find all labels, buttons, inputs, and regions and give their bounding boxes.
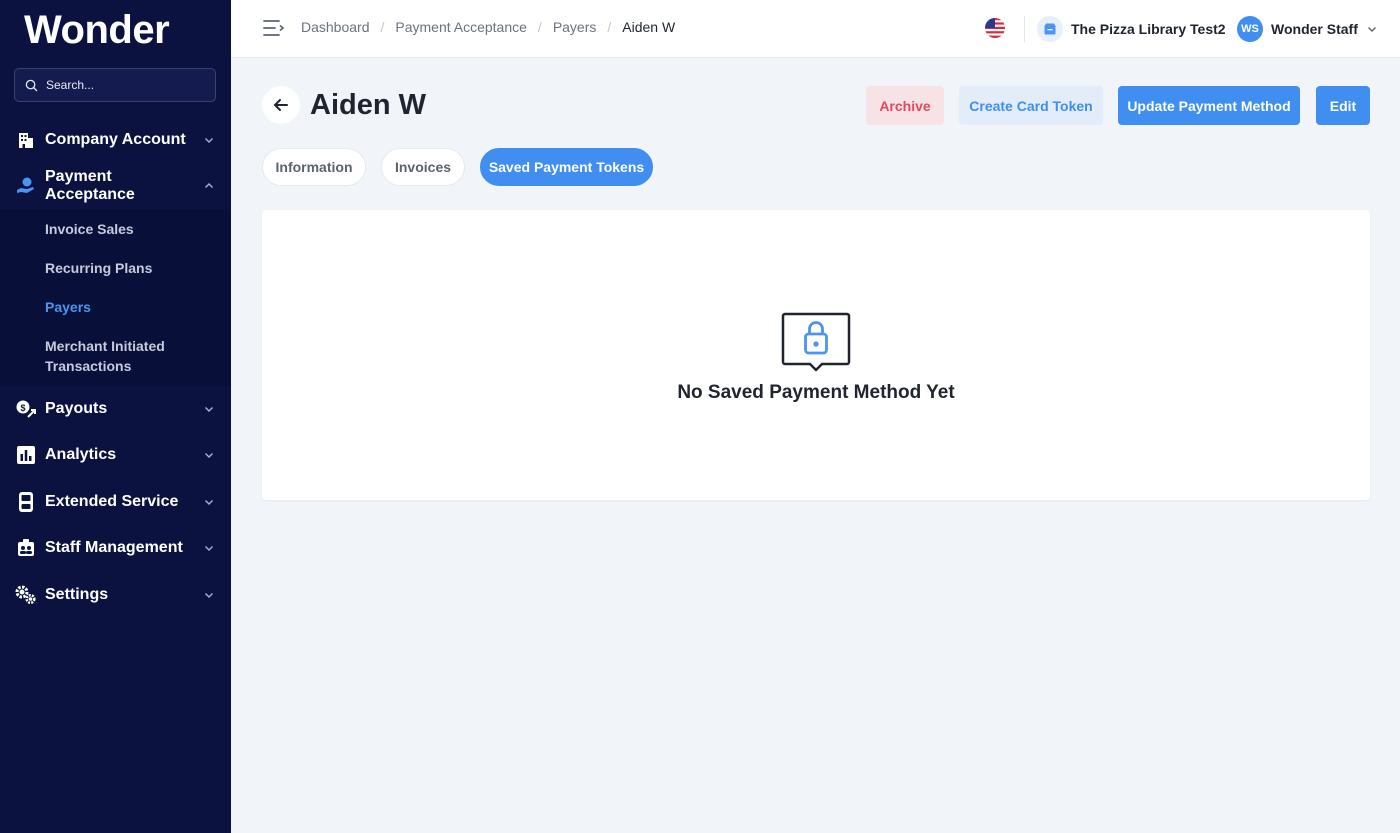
sidebar-item-label: Settings	[45, 586, 109, 603]
search-icon	[25, 79, 38, 91]
payout-icon: $	[14, 397, 38, 421]
sidebar-subitem-payers[interactable]: Payers	[45, 297, 91, 317]
company-switcher[interactable]: The Pizza Library Test2	[1037, 14, 1226, 44]
sidebar-subitem-invoice-sales[interactable]: Invoice Sales	[45, 219, 134, 239]
chevron-up-icon	[205, 183, 213, 188]
company-name: The Pizza Library Test2	[1071, 21, 1226, 37]
breadcrumb-dashboard[interactable]: Dashboard	[301, 19, 370, 35]
terminal-icon	[14, 490, 38, 514]
store-icon	[1037, 16, 1063, 42]
arrow-left-icon	[274, 99, 288, 111]
edit-button[interactable]: Edit	[1316, 86, 1370, 125]
breadcrumb-separator: /	[380, 19, 385, 35]
breadcrumb: Dashboard / Payment Acceptance / Payers …	[301, 19, 675, 35]
hand-payment-icon	[14, 174, 38, 198]
user-name: Wonder Staff	[1271, 21, 1358, 37]
sidebar-subitem-merchant-initiated-transactions[interactable]: Merchant Initiated Transactions	[45, 336, 195, 376]
locked-message-icon	[781, 312, 851, 372]
chevron-down-icon	[205, 453, 213, 458]
user-menu[interactable]: WS Wonder Staff	[1237, 14, 1378, 44]
sidebar-item-analytics[interactable]: Analytics	[0, 435, 231, 475]
breadcrumb-payment-acceptance[interactable]: Payment Acceptance	[395, 19, 527, 35]
breadcrumb-payers[interactable]: Payers	[553, 19, 597, 35]
divider	[1024, 16, 1025, 42]
chevron-down-icon	[205, 546, 213, 551]
gears-icon	[14, 583, 38, 607]
sidebar-item-extended-service[interactable]: Extended Service	[0, 482, 231, 522]
sidebar-item-label: Payment Acceptance	[45, 168, 135, 203]
bar-chart-icon	[14, 443, 38, 467]
topbar: Dashboard / Payment Acceptance / Payers …	[231, 0, 1400, 58]
chevron-down-icon	[205, 138, 213, 143]
breadcrumb-separator: /	[537, 19, 542, 35]
archive-button[interactable]: Archive	[866, 86, 944, 125]
tokens-panel: No Saved Payment Method Yet	[262, 210, 1370, 500]
page-title: Aiden W	[310, 89, 426, 121]
svg-text:$: $	[20, 403, 25, 413]
sidebar-item-label: Payouts	[45, 400, 108, 417]
avatar: WS	[1237, 16, 1263, 42]
chevron-down-icon	[205, 593, 213, 598]
sidebar-item-company-account[interactable]: Company Account	[0, 120, 231, 160]
sidebar-subitem-recurring-plans[interactable]: Recurring Plans	[45, 258, 152, 278]
chevron-down-icon	[1367, 27, 1376, 32]
back-button[interactable]	[262, 86, 300, 124]
sidebar: Wonder Company Account Payment Acceptanc…	[0, 0, 231, 833]
breadcrumb-current: Aiden W	[622, 19, 676, 35]
staff-icon	[14, 536, 38, 560]
us-flag-icon[interactable]	[985, 18, 1005, 38]
search-box[interactable]	[14, 68, 216, 102]
create-card-token-button[interactable]: Create Card Token	[959, 86, 1103, 125]
sidebar-item-label: Extended Service	[45, 493, 179, 510]
sidebar-item-staff-management[interactable]: Staff Management	[0, 528, 231, 568]
menu-toggle-icon[interactable]	[263, 18, 285, 38]
sidebar-item-payment-acceptance[interactable]: Payment Acceptance	[0, 166, 231, 206]
sidebar-item-payouts[interactable]: $ Payouts	[0, 389, 231, 429]
brand-logo[interactable]: Wonder	[24, 8, 170, 53]
tab-information[interactable]: Information	[262, 148, 366, 186]
tab-invoices[interactable]: Invoices	[381, 148, 465, 186]
sidebar-item-label: Staff Management	[45, 539, 183, 556]
sidebar-item-settings[interactable]: Settings	[0, 575, 231, 615]
update-payment-method-button[interactable]: Update Payment Method	[1118, 86, 1300, 125]
sidebar-item-label: Analytics	[45, 446, 117, 463]
chevron-down-icon	[205, 407, 213, 412]
chevron-down-icon	[205, 500, 213, 505]
building-icon	[14, 128, 38, 152]
empty-state-message: No Saved Payment Method Yet	[677, 382, 955, 403]
sidebar-item-label: Company Account	[45, 131, 186, 148]
payment-acceptance-submenu: Invoice Sales Recurring Plans Payers Mer…	[0, 209, 231, 386]
search-input[interactable]	[46, 78, 206, 92]
breadcrumb-separator: /	[607, 19, 612, 35]
tab-saved-payment-tokens[interactable]: Saved Payment Tokens	[480, 148, 653, 186]
